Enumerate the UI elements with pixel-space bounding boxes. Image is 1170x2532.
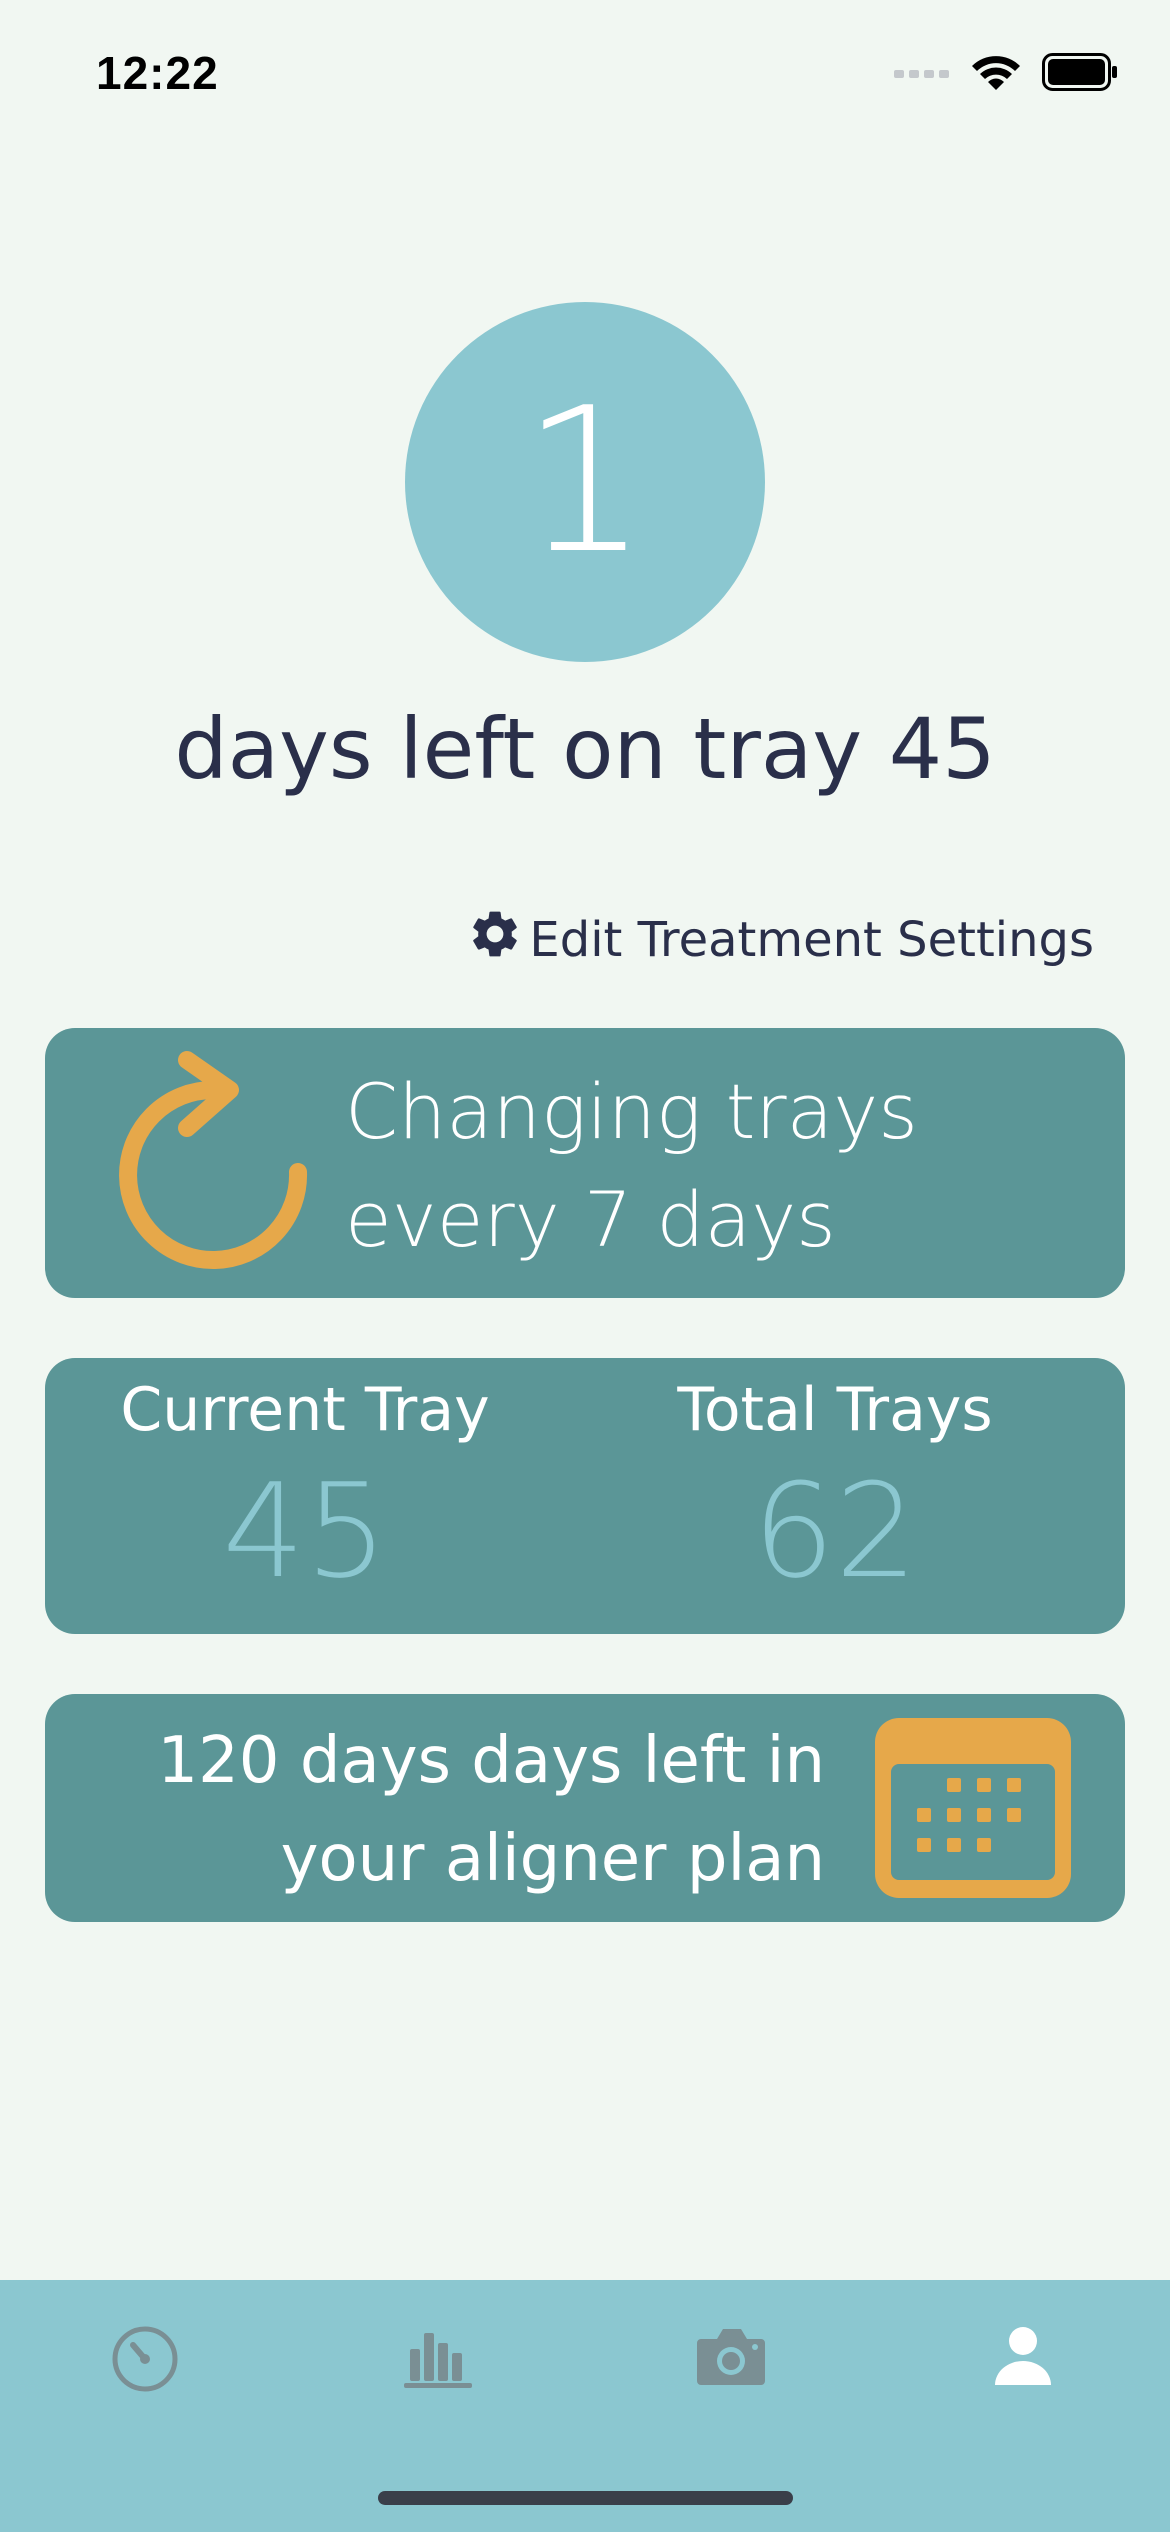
plan-remaining-card: 120 days days left in your aligner plan <box>45 1694 1125 1922</box>
days-left-circle: 1 <box>405 302 765 662</box>
stats-icon <box>400 2319 476 2399</box>
plan-remaining-text: 120 days days left in your aligner plan <box>157 1712 825 1908</box>
timer-icon <box>107 2319 183 2399</box>
total-trays-label: Total Trays <box>677 1375 993 1445</box>
tab-timer[interactable] <box>100 2314 190 2404</box>
total-trays: Total Trays 62 <box>565 1364 1105 1606</box>
status-time: 12:22 <box>96 47 219 99</box>
plan-remaining-line-1: 120 days days left in <box>157 1724 825 1798</box>
tray-interval-card: Changing trays every 7 days <box>45 1028 1125 1298</box>
total-trays-value: 62 <box>752 1455 918 1607</box>
tab-profile[interactable] <box>978 2314 1068 2404</box>
current-tray-label: Current Tray <box>120 1375 490 1445</box>
current-tray: Current Tray 45 <box>35 1364 575 1606</box>
tray-interval-line-2: every 7 days <box>345 1175 836 1264</box>
tab-stats[interactable] <box>393 2314 483 2404</box>
camera-icon <box>693 2319 769 2399</box>
gear-icon <box>467 906 523 974</box>
calendar-icon <box>875 1718 1071 1898</box>
current-tray-value: 45 <box>222 1455 388 1607</box>
days-left-caption: days left on tray 45 <box>174 700 996 798</box>
home-indicator[interactable] <box>378 2491 793 2505</box>
plan-remaining-line-2: your aligner plan <box>280 1822 825 1896</box>
signal-icon <box>894 64 950 84</box>
edit-treatment-settings-label: Edit Treatment Settings <box>529 912 1094 968</box>
tray-interval-text: Changing trays every 7 days <box>345 1058 918 1274</box>
tab-camera[interactable] <box>686 2314 776 2404</box>
app-screen: 12:22 1 days left on tray 45 Edit Treatm… <box>0 0 1170 2532</box>
edit-treatment-settings-button[interactable]: Edit Treatment Settings <box>467 906 1094 974</box>
days-left-number: 1 <box>521 365 649 598</box>
status-icons <box>894 52 1118 96</box>
tray-count-card: Current Tray 45 Total Trays 62 <box>45 1358 1125 1634</box>
wifi-icon <box>970 52 1022 96</box>
profile-icon <box>985 2319 1061 2399</box>
battery-icon <box>1042 53 1118 95</box>
refresh-arrow-icon <box>95 1050 335 1290</box>
tray-interval-line-1: Changing trays <box>345 1067 918 1156</box>
